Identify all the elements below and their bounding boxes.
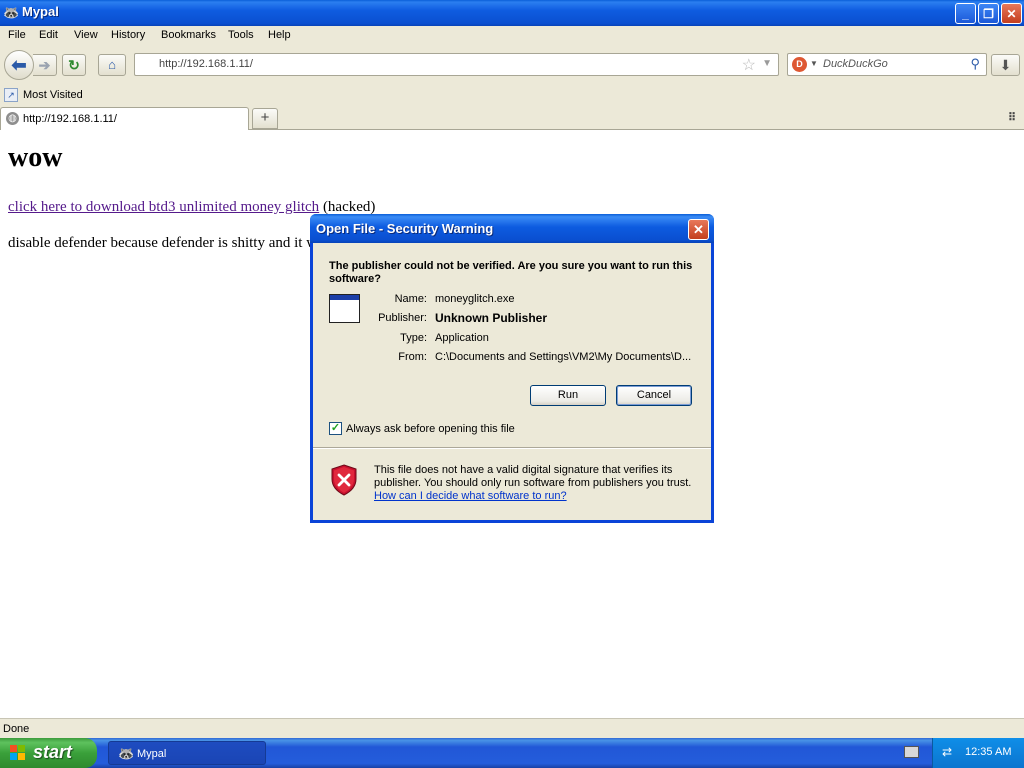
taskbar: start 🦝 Mypal ⇄ 12:35 AM [0, 738, 1024, 768]
security-warning-dialog: Open File - Security Warning ✕ The publi… [310, 214, 714, 523]
url-text[interactable]: http://192.168.1.11/ [159, 58, 253, 70]
name-label: Name: [394, 293, 427, 305]
from-label: From: [398, 351, 427, 363]
status-bar: Done [0, 718, 1024, 738]
tab-active[interactable]: ◍ http://192.168.1.11/ [0, 107, 249, 130]
publisher-value: Unknown Publisher [435, 311, 548, 325]
url-dropdown-icon[interactable]: ▼ [762, 58, 772, 69]
page-paragraph: disable defender because defender is shi… [8, 235, 318, 251]
window-titlebar[interactable]: 🦝 Mypal _ ❐ ✕ [0, 0, 1024, 26]
keyboard-layout-icon[interactable] [904, 746, 919, 758]
start-button[interactable]: start [0, 738, 97, 768]
dialog-divider [313, 447, 711, 449]
security-shield-icon [331, 464, 357, 496]
mypal-taskbar-icon: 🦝 [118, 746, 135, 761]
minimize-button[interactable]: _ [955, 3, 976, 24]
dialog-close-button[interactable]: ✕ [688, 219, 709, 240]
menu-bookmarks[interactable]: Bookmarks [161, 29, 216, 41]
system-tray: ⇄ 12:35 AM [932, 738, 1024, 768]
warning-text: This file does not have a valid digital … [374, 464, 692, 489]
back-icon: ⬅ [11, 55, 27, 75]
window-title: Mypal [22, 4, 59, 19]
dialog-title: Open File - Security Warning [316, 221, 494, 236]
close-button[interactable]: ✕ [1001, 3, 1022, 24]
tab-strip: ◍ http://192.168.1.11/ + ⠿ [0, 106, 1024, 130]
network-icon[interactable]: ⇄ [942, 745, 952, 759]
home-button[interactable]: ⌂ [98, 54, 126, 76]
download-link-suffix: (hacked) [319, 199, 376, 215]
type-label: Type: [400, 332, 427, 344]
search-bar[interactable]: D ▼ DuckDuckGo ⚲ [787, 53, 987, 76]
maximize-button[interactable]: ❐ [978, 3, 999, 24]
always-ask-checkbox[interactable]: ✓ [329, 422, 342, 435]
dialog-body: The publisher could not be verified. Are… [313, 243, 711, 448]
download-icon: ⬇ [999, 57, 1012, 73]
download-link[interactable]: click here to download btd3 unlimited mo… [8, 199, 319, 215]
bookmark-most-visited[interactable]: Most Visited [23, 89, 83, 101]
new-tab-button[interactable]: + [252, 108, 278, 129]
dialog-titlebar[interactable]: Open File - Security Warning ✕ [310, 214, 714, 243]
clock[interactable]: 12:35 AM [965, 746, 1011, 758]
page-heading: wow [8, 142, 63, 173]
menu-help[interactable]: Help [268, 29, 291, 41]
help-link[interactable]: How can I decide what software to run? [374, 490, 567, 502]
bookmark-star-icon[interactable]: ☆ [742, 55, 756, 75]
search-input[interactable]: DuckDuckGo [823, 58, 888, 70]
taskbar-item-mypal[interactable]: 🦝 Mypal [108, 741, 266, 765]
bookmarks-toolbar: ↗ Most Visited [0, 84, 1024, 106]
menu-tools[interactable]: Tools [228, 29, 254, 41]
tab-label: http://192.168.1.11/ [23, 113, 117, 125]
search-icon[interactable]: ⚲ [970, 56, 980, 72]
run-button[interactable]: Run [530, 385, 606, 406]
publisher-label: Publisher: [378, 312, 427, 324]
home-icon: ⌂ [108, 57, 116, 72]
start-label: start [33, 742, 73, 762]
reload-icon: ↻ [68, 57, 80, 73]
duckduckgo-icon[interactable]: D [792, 57, 807, 72]
status-text: Done [3, 723, 30, 735]
type-value: Application [435, 332, 489, 344]
forward-icon: ➔ [38, 57, 51, 73]
dialog-question: The publisher could not be verified. Are… [329, 260, 693, 285]
always-ask-label[interactable]: Always ask before opening this file [346, 423, 515, 435]
menu-file[interactable]: File [8, 29, 26, 41]
address-bar[interactable]: http://192.168.1.11/ ☆ ▼ [134, 53, 779, 76]
from-value: C:\Documents and Settings\VM2\My Documen… [435, 351, 692, 363]
navigation-toolbar: ➔ ⬅ ↻ ⌂ http://192.168.1.11/ ☆ ▼ D ▼ Duc… [0, 46, 1024, 84]
name-value: moneyglitch.exe [435, 293, 515, 305]
forward-button[interactable]: ➔ [33, 54, 57, 76]
back-button[interactable]: ⬅ [4, 50, 34, 80]
menu-view[interactable]: View [74, 29, 98, 41]
reload-button[interactable]: ↻ [62, 54, 86, 76]
search-engine-dropdown-icon[interactable]: ▼ [810, 59, 818, 68]
mypal-app-icon: 🦝 [3, 5, 20, 20]
tab-list-icon[interactable]: ⠿ [1008, 111, 1016, 124]
cancel-button[interactable]: Cancel [616, 385, 692, 406]
most-visited-icon: ↗ [4, 88, 18, 102]
menu-history[interactable]: History [111, 29, 145, 41]
windows-flag-icon [10, 745, 27, 762]
taskbar-item-label: Mypal [137, 748, 167, 760]
menu-bar: File Edit View History Bookmarks Tools H… [0, 26, 1024, 46]
globe-icon: ◍ [6, 112, 19, 125]
menu-edit[interactable]: Edit [39, 29, 58, 41]
download-button[interactable]: ⬇ [991, 54, 1020, 76]
